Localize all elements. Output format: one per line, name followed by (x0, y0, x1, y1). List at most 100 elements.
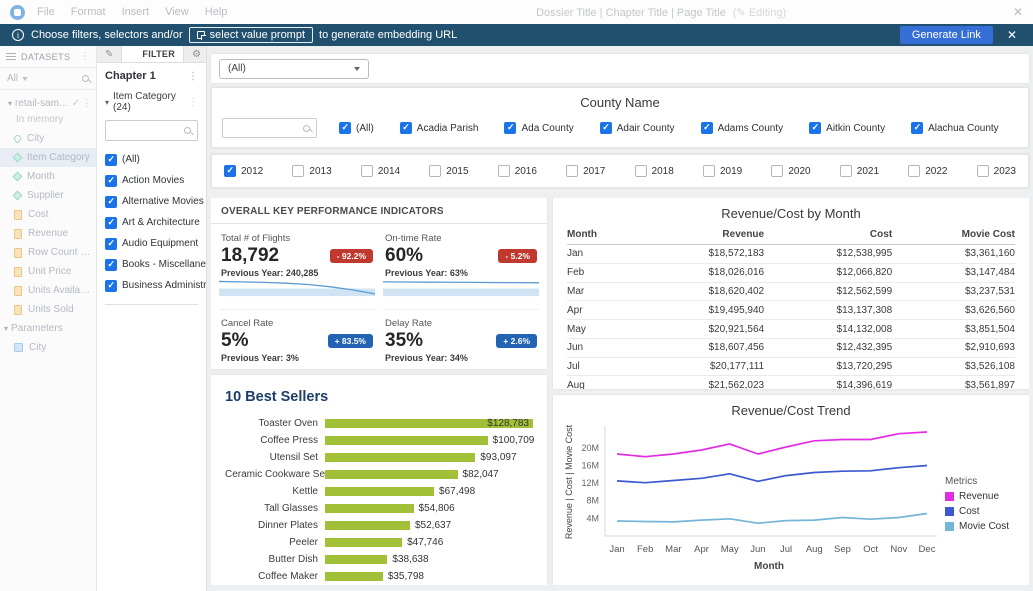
bar[interactable] (325, 470, 458, 480)
checkbox-unchecked[interactable] (840, 165, 852, 177)
table-row[interactable]: Aug$21,562,023$14,396,619$3,561,897 (567, 376, 1015, 389)
table-row[interactable]: Apr$19,495,940$13,137,308$3,626,560 (567, 301, 1015, 320)
legend-item-cost[interactable]: Cost (945, 506, 1021, 517)
county-search-input[interactable] (229, 123, 303, 134)
county-item[interactable]: Alachua County (911, 122, 999, 134)
filter-item[interactable]: Action Movies (105, 170, 198, 191)
filter-item[interactable]: Books - Miscellaneous (105, 254, 198, 275)
county-item[interactable]: Ada County (504, 122, 573, 134)
year-item[interactable]: 2022 (908, 165, 947, 177)
tab-filter[interactable]: FILTER (122, 46, 184, 62)
dataset-attribute-item-category[interactable]: Item Category (0, 148, 96, 167)
legend-item-movie-cost[interactable]: Movie Cost (945, 521, 1021, 532)
bar[interactable] (325, 521, 410, 531)
checkbox-unchecked[interactable] (771, 165, 783, 177)
expand-arrow-icon[interactable]: ▾ (8, 99, 12, 108)
bar[interactable] (325, 436, 488, 446)
table-row[interactable]: Jun$18,607,456$12,432,395$2,910,693 (567, 338, 1015, 357)
checkbox-checked[interactable] (105, 238, 117, 250)
checkbox-checked[interactable] (105, 154, 117, 166)
menu-file[interactable]: File (37, 6, 55, 18)
checkbox-unchecked[interactable] (703, 165, 715, 177)
table-row[interactable]: May$20,921,564$14,132,008$3,851,504 (567, 320, 1015, 339)
checkbox-checked[interactable] (701, 122, 713, 134)
checkbox-unchecked[interactable] (429, 165, 441, 177)
year-item[interactable]: 2020 (771, 165, 810, 177)
menu-insert[interactable]: Insert (122, 6, 150, 18)
checkbox-unchecked[interactable] (498, 165, 510, 177)
year-item[interactable]: 2019 (703, 165, 742, 177)
checkbox-checked[interactable] (105, 196, 117, 208)
county-item[interactable]: Acadia Parish (400, 122, 479, 134)
checkbox-checked[interactable] (224, 165, 236, 177)
parameters-section[interactable]: ▾ Parameters (0, 319, 96, 338)
checkbox-unchecked[interactable] (635, 165, 647, 177)
checkbox-checked[interactable] (105, 175, 117, 187)
bar[interactable] (325, 555, 387, 565)
checkbox-checked[interactable] (105, 217, 117, 229)
expand-arrow-icon[interactable]: ▾ (4, 324, 8, 333)
checkbox-checked[interactable] (105, 280, 117, 292)
filter-item[interactable]: Alternative Movies (105, 191, 198, 212)
bar[interactable] (325, 453, 475, 463)
bar[interactable] (325, 504, 414, 514)
year-item[interactable]: 2013 (292, 165, 331, 177)
menu-help[interactable]: Help (205, 6, 228, 18)
filter-item[interactable]: Business Administration (105, 275, 198, 296)
chapter-menu-icon[interactable]: ⋮ (188, 71, 198, 82)
checkbox-checked[interactable] (105, 259, 117, 271)
menu-view[interactable]: View (165, 6, 189, 18)
legend-item-revenue[interactable]: Revenue (945, 491, 1021, 502)
county-item[interactable]: Aitkin County (809, 122, 885, 134)
dataset-metric-row-count-ret-[interactable]: Row Count - ret... (0, 243, 96, 262)
checkbox-unchecked[interactable] (977, 165, 989, 177)
dataset-attribute-month[interactable]: Month (0, 167, 96, 186)
dataset-metric-unit-price[interactable]: Unit Price (0, 262, 96, 281)
search-icon[interactable] (184, 127, 191, 134)
tab-settings[interactable]: ⚙ (184, 46, 207, 62)
dataset-metric-units-available[interactable]: Units Available (0, 281, 96, 300)
notification-close-icon[interactable]: ✕ (1007, 28, 1017, 42)
select-value-prompt-button[interactable]: select value prompt (189, 27, 313, 43)
datasets-menu-icon[interactable]: ⋮ (80, 51, 90, 62)
checkbox-checked[interactable] (911, 122, 923, 134)
checkbox-checked[interactable] (400, 122, 412, 134)
window-close-icon[interactable]: ✕ (1013, 5, 1023, 19)
year-item[interactable]: 2012 (224, 165, 263, 177)
parameter-item[interactable]: City (0, 338, 96, 357)
checkbox-unchecked[interactable] (361, 165, 373, 177)
search-icon[interactable] (303, 125, 310, 132)
checkbox-checked[interactable] (809, 122, 821, 134)
county-item[interactable]: (All) (339, 122, 374, 134)
dataset-metric-units-sold[interactable]: Units Sold (0, 300, 96, 319)
dataset-metric-cost[interactable]: Cost (0, 205, 96, 224)
tab-edit[interactable]: ✎ (97, 46, 122, 62)
county-item[interactable]: Adams County (701, 122, 784, 134)
bar[interactable] (325, 572, 383, 582)
table-row[interactable]: Jul$20,177,111$13,720,295$3,526,108 (567, 357, 1015, 376)
year-item[interactable]: 2018 (635, 165, 674, 177)
search-icon[interactable] (82, 75, 89, 82)
checkbox-unchecked[interactable] (566, 165, 578, 177)
table-row[interactable]: Mar$18,620,402$12,562,599$3,237,531 (567, 282, 1015, 301)
year-item[interactable]: 2021 (840, 165, 879, 177)
bar[interactable] (325, 487, 434, 497)
filter-search-input[interactable] (112, 125, 184, 136)
expand-arrow-icon[interactable]: ▾ (105, 98, 109, 107)
table-row[interactable]: Jan$18,572,183$12,538,995$3,361,160 (567, 245, 1015, 264)
all-dropdown[interactable]: (All) (219, 59, 369, 79)
table-row[interactable]: Feb$18,026,016$12,066,820$3,147,484 (567, 263, 1015, 282)
datasets-filter-dropdown[interactable]: All (7, 73, 82, 84)
filter-item[interactable]: (All) (105, 149, 198, 170)
dataset-metric-revenue[interactable]: Revenue (0, 224, 96, 243)
year-item[interactable]: 2015 (429, 165, 468, 177)
year-item[interactable]: 2017 (566, 165, 605, 177)
bar[interactable] (325, 538, 402, 548)
checkbox-checked[interactable] (504, 122, 516, 134)
dataset-menu-icon[interactable]: ⋮ (82, 98, 92, 109)
generate-link-button[interactable]: Generate Link (900, 26, 993, 44)
checkbox-unchecked[interactable] (292, 165, 304, 177)
dataset-root[interactable]: ▾ retail-sample-d... ✓ ⋮ (0, 94, 96, 113)
filter-group-menu-icon[interactable]: ⋮ (188, 97, 198, 108)
dataset-attribute-city[interactable]: City (0, 129, 96, 148)
